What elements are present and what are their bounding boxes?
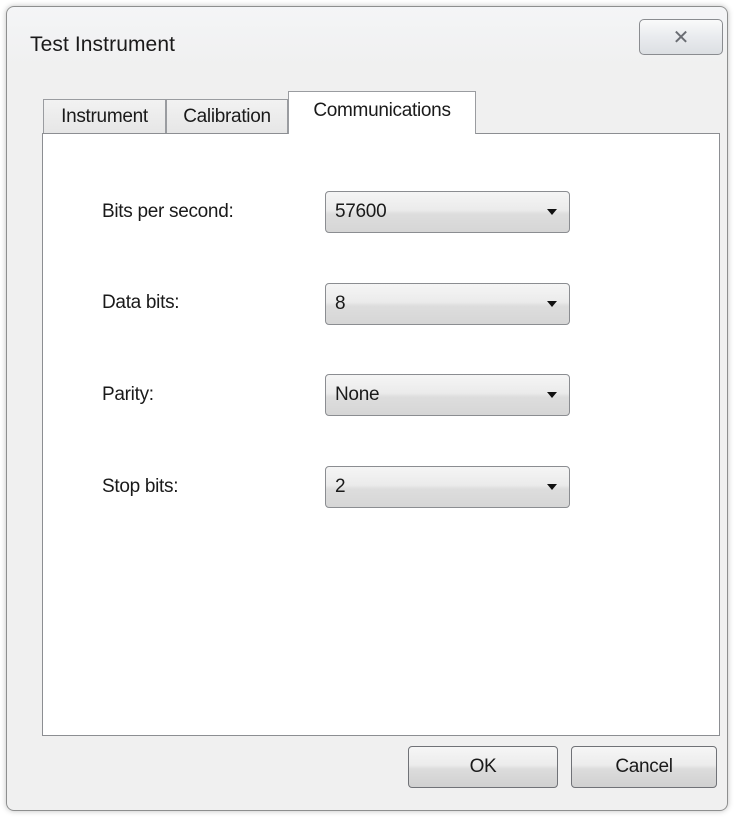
parity-select[interactable]: None [325, 374, 570, 416]
stop-bits-value: 2 [335, 476, 346, 497]
tab-label: Calibration [183, 105, 271, 127]
chevron-down-icon [547, 209, 557, 215]
window-title: Test Instrument [30, 33, 176, 56]
tab-instrument[interactable]: Instrument [43, 99, 166, 133]
chevron-down-icon [547, 484, 557, 490]
chevron-down-icon [547, 301, 557, 307]
tab-calibration[interactable]: Calibration [166, 99, 288, 133]
dialog-window: Test Instrument ✕ Instrument Calibration… [6, 6, 728, 811]
parity-label: Parity: [102, 384, 154, 405]
bits-per-second-select[interactable]: 57600 [325, 191, 570, 233]
cancel-button[interactable]: Cancel [571, 746, 717, 788]
tab-communications[interactable]: Communications [288, 91, 476, 134]
chevron-down-icon [547, 392, 557, 398]
ok-button[interactable]: OK [408, 746, 558, 788]
data-bits-select[interactable]: 8 [325, 283, 570, 325]
parity-value: None [335, 384, 380, 405]
close-button[interactable]: ✕ [639, 19, 723, 55]
data-bits-value: 8 [335, 293, 346, 314]
stop-bits-select[interactable]: 2 [325, 466, 570, 508]
tab-label: Communications [313, 100, 451, 121]
communications-panel: Bits per second: 57600 Data bits: 8 Pari… [42, 133, 720, 736]
data-bits-label: Data bits: [102, 292, 180, 313]
bits-per-second-value: 57600 [335, 201, 387, 222]
tab-label: Instrument [61, 105, 148, 127]
stop-bits-label: Stop bits: [102, 476, 179, 497]
close-icon: ✕ [672, 26, 690, 49]
bits-per-second-label: Bits per second: [102, 201, 234, 222]
